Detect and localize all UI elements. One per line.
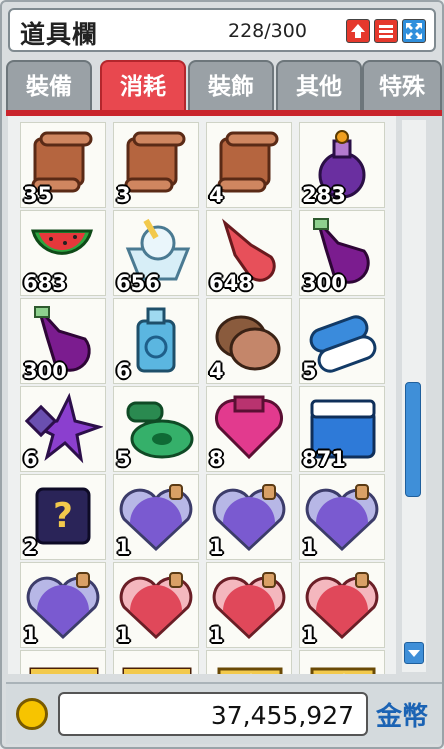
currency-label: 金幣 <box>376 702 429 732</box>
money-amount: 37,455,927 <box>210 701 354 730</box>
item-quantity: 683 <box>23 271 67 295</box>
tab-other[interactable]: 其他 <box>276 60 362 110</box>
gold-scroll-icon <box>217 667 283 674</box>
inventory-slot[interactable]: 1 <box>113 562 199 648</box>
scroll-down-button[interactable] <box>404 642 424 664</box>
item-quantity: 656 <box>116 271 160 295</box>
gold-scroll-icon <box>310 667 376 674</box>
inventory-capacity: 228/300 <box>228 20 307 42</box>
item-quantity: 1 <box>116 535 131 559</box>
inventory-slot[interactable] <box>113 650 199 674</box>
inventory-slot[interactable]: 8 <box>206 386 292 472</box>
tab-special[interactable]: 特殊 <box>362 60 442 110</box>
inventory-slot[interactable]: 300 <box>20 298 106 384</box>
inventory-slot[interactable]: 1 <box>206 562 292 648</box>
sort-up-button[interactable] <box>346 19 370 43</box>
item-quantity: 1 <box>302 535 317 559</box>
money-display: 37,455,927 <box>58 692 368 736</box>
inventory-slot[interactable] <box>299 650 385 674</box>
item-quantity: 5 <box>302 359 317 383</box>
inventory-slot[interactable]: 1 <box>20 562 106 648</box>
inventory-slot[interactable]: 1 <box>299 474 385 560</box>
inventory-slot[interactable]: 656 <box>113 210 199 296</box>
inventory-slot[interactable] <box>206 650 292 674</box>
inventory-slot[interactable]: 3 <box>113 122 199 208</box>
coin-icon <box>16 698 48 730</box>
money-bar: 37,455,927 金幣 <box>6 682 442 744</box>
up-arrow-icon <box>351 24 365 38</box>
expand-icon <box>406 23 422 39</box>
item-quantity: 648 <box>209 271 253 295</box>
item-quantity: 1 <box>302 623 317 647</box>
item-quantity: 8 <box>209 447 224 471</box>
inventory-slot[interactable]: 6 <box>20 386 106 472</box>
item-quantity: 6 <box>116 359 131 383</box>
item-quantity: 4 <box>209 183 224 207</box>
category-tabs: 裝備 消耗 裝飾 其他 特殊 <box>6 60 442 110</box>
inventory-slot[interactable]: 1 <box>206 474 292 560</box>
item-quantity: 1 <box>209 535 224 559</box>
inventory-slot[interactable]: 300 <box>299 210 385 296</box>
inventory-slot[interactable] <box>20 650 106 674</box>
inventory-slot[interactable]: 5 <box>299 298 385 384</box>
book-icon <box>29 667 99 674</box>
expand-button[interactable] <box>402 19 426 43</box>
inventory-slot[interactable]: 1 <box>113 474 199 560</box>
inventory-window: 道具欄 228/300 裝備 消耗 裝飾 其他 特殊 35 3 4 283 68… <box>0 0 444 749</box>
item-quantity: 3 <box>116 183 131 207</box>
window-title: 道具欄 <box>20 20 99 49</box>
item-quantity: 4 <box>209 359 224 383</box>
item-quantity: 283 <box>302 183 346 207</box>
book-icon <box>122 667 192 674</box>
title-bar: 道具欄 228/300 <box>8 8 436 52</box>
tab-equipment[interactable]: 裝備 <box>6 60 92 110</box>
inventory-slot[interactable]: 1 <box>299 562 385 648</box>
item-quantity: 300 <box>23 359 67 383</box>
inventory-slot[interactable]: 683 <box>20 210 106 296</box>
menu-button[interactable] <box>374 19 398 43</box>
tab-decoration[interactable]: 裝飾 <box>188 60 274 110</box>
item-quantity: 871 <box>302 447 346 471</box>
item-quantity: 1 <box>116 623 131 647</box>
inventory-slot[interactable]: 648 <box>206 210 292 296</box>
svg-text:?: ? <box>53 496 73 536</box>
inventory-slot[interactable]: 4 <box>206 298 292 384</box>
tab-consumable[interactable]: 消耗 <box>100 60 186 110</box>
inventory-slot[interactable]: 4 <box>206 122 292 208</box>
inventory-slot[interactable]: ? 2 <box>20 474 106 560</box>
item-quantity: 6 <box>23 447 38 471</box>
inventory-slot[interactable]: 5 <box>113 386 199 472</box>
item-quantity: 2 <box>23 535 38 559</box>
item-quantity: 5 <box>116 447 131 471</box>
scroll-thumb[interactable] <box>405 382 421 497</box>
item-quantity: 1 <box>209 623 224 647</box>
item-quantity: 35 <box>23 183 53 207</box>
item-quantity: 1 <box>23 623 38 647</box>
item-grid: 35 3 4 283 683 656 648 300 300 6 4 5 6 5 8 871? 2 1 1 1 1 1 1 1 <box>8 116 396 674</box>
inventory-slot[interactable]: 35 <box>20 122 106 208</box>
scrollbar[interactable] <box>402 120 426 672</box>
inventory-slot[interactable]: 6 <box>113 298 199 384</box>
menu-icon <box>379 25 393 38</box>
item-quantity: 300 <box>302 271 346 295</box>
inventory-slot[interactable]: 283 <box>299 122 385 208</box>
chevron-down-icon <box>408 650 420 657</box>
inventory-slot[interactable]: 871 <box>299 386 385 472</box>
